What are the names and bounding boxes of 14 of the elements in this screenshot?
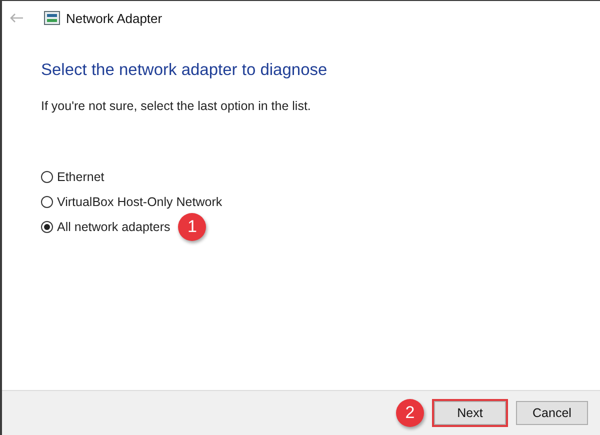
next-button[interactable]: Next [434,401,506,425]
radio-button[interactable] [41,170,53,182]
radio-option[interactable]: Ethernet [41,170,104,184]
radio-button[interactable] [41,220,53,232]
callout-badge: 2 [396,399,424,427]
heading: Select the network adapter to diagnose [41,61,328,80]
radio-option[interactable]: VirtualBox Host-Only Network [41,194,222,208]
instruction-text: If you're not sure, select the last option in the list. [41,99,312,113]
callout-badge: 1 [178,212,206,240]
radio-button[interactable] [41,196,53,208]
network-adapter-icon [44,10,60,26]
window-title: Network Adapter [66,10,162,26]
radio-option[interactable]: All network adapters [41,220,170,234]
cancel-button[interactable]: Cancel [516,401,588,425]
